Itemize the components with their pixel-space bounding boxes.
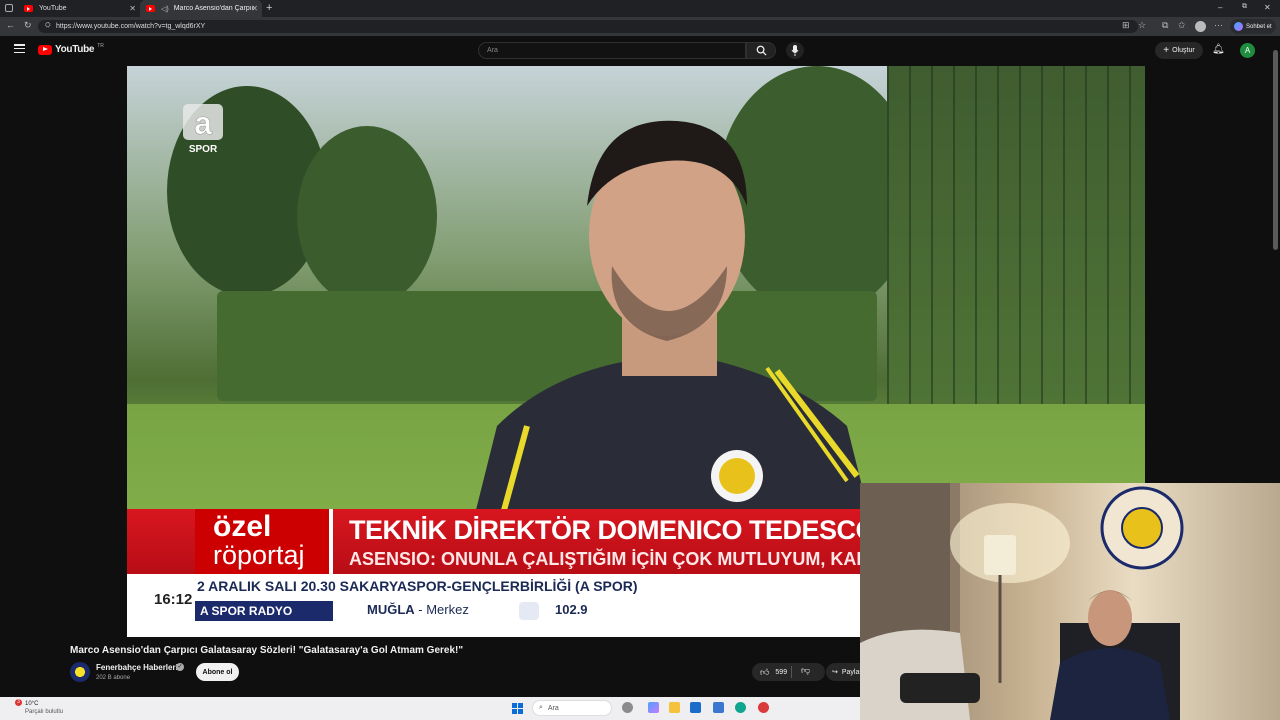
profile-icon[interactable] bbox=[1195, 21, 1206, 32]
youtube-logo[interactable]: YouTube TR bbox=[38, 42, 104, 55]
search-icon bbox=[756, 45, 767, 56]
search-icon: ⌕ bbox=[539, 704, 543, 711]
search-input[interactable]: Ara bbox=[478, 42, 746, 59]
hamburger-menu-icon[interactable] bbox=[14, 44, 25, 53]
webcam-overlay bbox=[860, 483, 1280, 720]
taskbar-search[interactable]: ⌕ Ara bbox=[532, 700, 612, 716]
taskbar-app-icon[interactable] bbox=[758, 702, 769, 713]
interviewee-figure bbox=[467, 120, 877, 546]
youtube-wordmark: YouTube bbox=[55, 44, 95, 55]
tab-actions-icon[interactable] bbox=[5, 4, 13, 12]
copilot-chat-button[interactable]: Sohbet et bbox=[1230, 19, 1276, 34]
ozel-roportaj-badge: özel röportaj bbox=[195, 509, 333, 574]
windows-start-icon[interactable] bbox=[512, 703, 523, 714]
search-button[interactable] bbox=[746, 42, 776, 59]
store-icon[interactable] bbox=[690, 702, 701, 713]
city-sub: - Merkez bbox=[414, 602, 469, 617]
favorites-icon[interactable]: ✩ bbox=[1178, 20, 1186, 31]
radio-city: MUĞLA - Merkez bbox=[367, 602, 469, 617]
subscribe-label: Abone ol bbox=[202, 668, 233, 676]
window-close-icon[interactable]: ✕ bbox=[1264, 3, 1271, 12]
badge-line1: özel bbox=[213, 510, 272, 543]
radio-label: A SPOR RADYO bbox=[195, 601, 333, 621]
badge-line2: röportaj bbox=[213, 540, 305, 570]
lower-third-time: 16:12 bbox=[154, 591, 193, 608]
channel-name[interactable]: Fenerbahçe Haberleri bbox=[96, 663, 178, 672]
copilot-label: Sohbet et bbox=[1246, 23, 1272, 30]
lower-third-subheadline: ASENSIO: ONUNLA ÇALIŞTIĞIM İÇİN ÇOK MUTL… bbox=[349, 549, 929, 569]
like-dislike-divider bbox=[791, 666, 792, 678]
site-info-icon[interactable]: ⛭ bbox=[45, 22, 51, 30]
video-title: Marco Asensio'dan Çarpıcı Galatasaray Sö… bbox=[70, 645, 464, 656]
notification-badge: 3 bbox=[15, 699, 22, 706]
voice-search-button[interactable] bbox=[786, 42, 804, 59]
browser-tab-video[interactable]: ◁) Marco Asensio'dan Çarpıcı G ✕ bbox=[140, 0, 262, 17]
thumbs-up-icon: 👍︎ bbox=[760, 666, 770, 677]
reload-icon[interactable]: ↻ bbox=[24, 20, 32, 31]
city-name: MUĞLA bbox=[367, 602, 415, 617]
youtube-favicon-icon bbox=[24, 5, 33, 12]
radio-antenna-icon bbox=[519, 602, 539, 620]
taskbar-search-placeholder: Ara bbox=[547, 704, 559, 712]
lower-third-headline: TEKNİK DİREKTÖR DOMENICO TEDESCO İL bbox=[349, 515, 907, 545]
like-button[interactable]: 👍︎ 599 bbox=[752, 663, 825, 681]
lower-third-ticker: 2 ARALIK SALI 20.30 SAKARYASPOR-GENÇLERB… bbox=[197, 578, 638, 594]
scrollbar-thumb[interactable] bbox=[1273, 50, 1278, 250]
create-label: Oluştur bbox=[1172, 47, 1195, 54]
background-tree bbox=[297, 126, 437, 306]
extensions-icon[interactable]: ⧉ bbox=[1162, 20, 1168, 31]
channel-logo: a SPOR bbox=[179, 104, 227, 156]
microphone-icon bbox=[791, 45, 799, 56]
share-icon: ↪ bbox=[832, 669, 838, 676]
browser-tab-youtube[interactable]: YouTube ✕ bbox=[18, 0, 140, 17]
tab-label: Marco Asensio'dan Çarpıcı G bbox=[173, 5, 254, 12]
subscribe-button[interactable]: Abone ol bbox=[196, 663, 239, 681]
svg-text:SPOR: SPOR bbox=[189, 144, 218, 155]
file-explorer-icon[interactable] bbox=[669, 702, 680, 713]
tab-close-icon[interactable]: ✕ bbox=[129, 4, 136, 13]
tab-label: YouTube bbox=[39, 5, 67, 12]
new-tab-icon[interactable]: + bbox=[266, 2, 272, 14]
copilot-icon bbox=[1234, 22, 1243, 31]
channel-avatar[interactable] bbox=[70, 662, 90, 682]
news-lower-third: özel röportaj TEKNİK DİREKTÖR DOMENICO T… bbox=[127, 509, 929, 637]
plus-icon: + bbox=[1163, 45, 1170, 56]
app-install-icon[interactable]: ⊞ bbox=[1122, 20, 1130, 31]
search-placeholder: Ara bbox=[487, 47, 498, 54]
like-count: 599 bbox=[775, 668, 788, 676]
notifications-bell-icon[interactable]: 🔔︎ bbox=[1212, 44, 1225, 55]
more-options-icon[interactable]: ⋯ bbox=[1214, 20, 1223, 31]
remote-desktop-icon[interactable] bbox=[713, 702, 724, 713]
speaker-icon[interactable]: ◁) bbox=[161, 5, 169, 13]
back-icon[interactable]: ← bbox=[6, 20, 15, 30]
taskbar-app-icon[interactable] bbox=[622, 702, 633, 713]
country-code: TR bbox=[97, 42, 104, 49]
radio-frequency: 102.9 bbox=[555, 602, 588, 617]
copilot-app-icon[interactable] bbox=[648, 702, 659, 713]
address-bar[interactable]: https://www.youtube.com/watch?v=tg_wlqd6… bbox=[38, 20, 1138, 33]
thumbs-down-icon[interactable]: 👎︎ bbox=[801, 665, 810, 676]
edge-browser-icon[interactable] bbox=[735, 702, 746, 713]
favorite-star-icon[interactable]: ☆ bbox=[1138, 20, 1146, 31]
minimize-icon[interactable]: – bbox=[1218, 3, 1222, 12]
weather-desc: Parçalı bulutlu bbox=[25, 709, 64, 715]
subscriber-count: 202 B abone bbox=[96, 675, 131, 681]
youtube-favicon-icon bbox=[146, 5, 155, 12]
tab-close-icon[interactable]: ✕ bbox=[251, 4, 258, 13]
youtube-play-icon bbox=[38, 44, 52, 55]
svg-text:a: a bbox=[194, 105, 212, 141]
restore-icon[interactable]: ⧉ bbox=[1242, 3, 1247, 11]
aspor-logo-icon: a SPOR bbox=[183, 104, 223, 155]
background-fence bbox=[887, 66, 1145, 406]
create-button[interactable]: + Oluştur bbox=[1155, 42, 1203, 59]
url-text: https://www.youtube.com/watch?v=tg_wlqd6… bbox=[56, 23, 206, 30]
verified-badge-icon: ✓ bbox=[176, 663, 184, 671]
avatar-letter: A bbox=[1244, 46, 1251, 55]
webcam-scene bbox=[860, 483, 1184, 720]
windows-taskbar bbox=[0, 697, 860, 720]
account-avatar[interactable]: A bbox=[1240, 43, 1255, 58]
